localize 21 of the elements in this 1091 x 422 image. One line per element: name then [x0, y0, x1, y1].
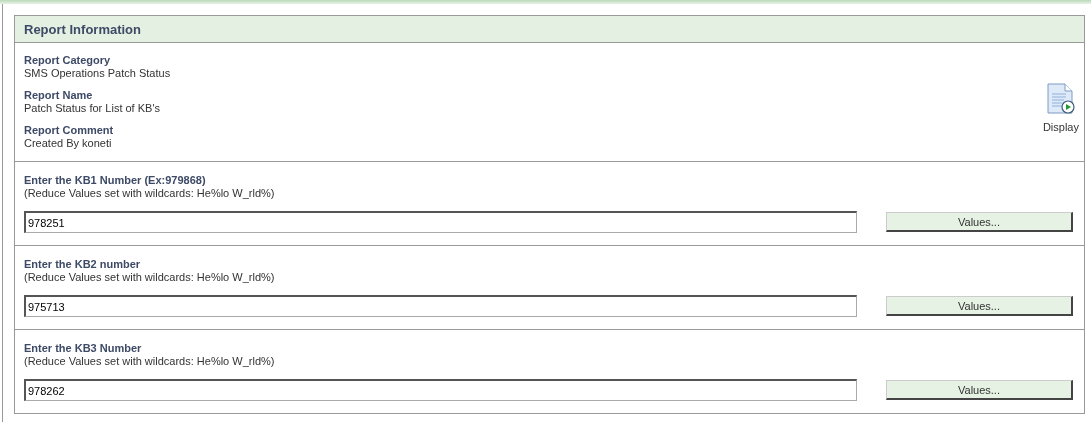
display-button[interactable]: Display: [1042, 83, 1079, 133]
parameter-hint: (Reduce Values set with wildcards: He%lo W_rld%): [24, 271, 276, 284]
field-label: Report Comment: [24, 124, 115, 137]
field-label: Report Category: [24, 54, 112, 67]
field-value: SMS Operations Patch Status: [24, 67, 171, 80]
panel-title: Report Information: [24, 21, 141, 37]
parameter-label: Enter the KB1 Number (Ex:979868): [24, 174, 207, 187]
parameter-hint: (Reduce Values set with wildcards: He%lo W_rld%): [24, 187, 276, 200]
parameter-label: Enter the KB2 number: [24, 258, 142, 271]
parameter-hint: (Reduce Values set with wildcards: He%lo W_rld%): [24, 355, 276, 368]
field-label: Report Name: [24, 89, 94, 102]
parameter-input[interactable]: 975713: [24, 295, 857, 317]
parameter-input[interactable]: 978262: [24, 379, 857, 401]
values-button[interactable]: Values...: [886, 380, 1073, 400]
field-value: Patch Status for List of KB's: [24, 102, 161, 115]
parameter-label: Enter the KB3 Number: [24, 342, 143, 355]
field-value: Created By koneti: [24, 137, 113, 150]
document-play-icon: [1045, 83, 1076, 115]
values-button[interactable]: Values...: [886, 296, 1073, 316]
parameter-input[interactable]: 978251: [24, 211, 857, 233]
values-button[interactable]: Values...: [886, 212, 1073, 232]
